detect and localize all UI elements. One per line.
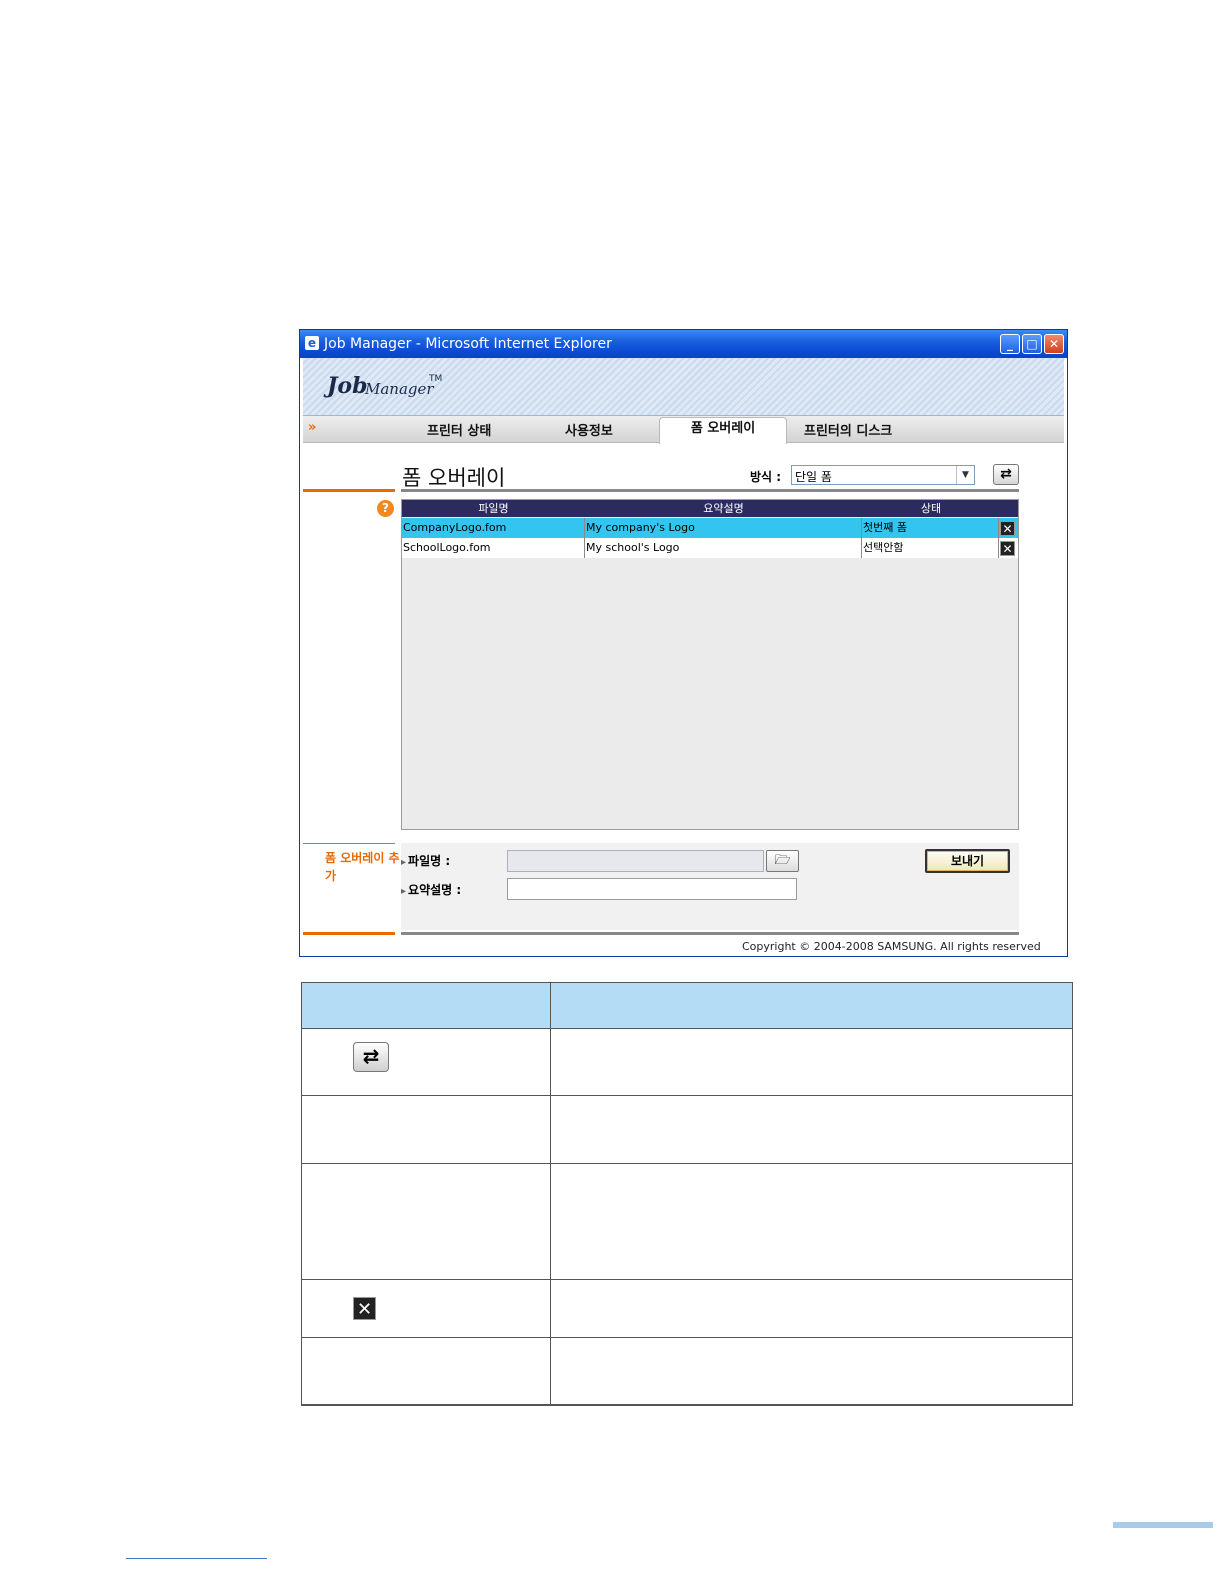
logo-manager: Manager <box>365 380 434 398</box>
row-filename: CompanyLogo.fom <box>402 518 585 538</box>
mode-select-value: 단일 폼 <box>795 470 832 484</box>
grid-header: 파일명 요약설명 상태 <box>402 500 1018 517</box>
help-icon[interactable]: ? <box>377 500 394 517</box>
table-column-divider <box>550 983 551 1405</box>
add-section-label: 폼 오버레이 추가 <box>325 851 400 883</box>
row-status: 첫번째 폼 <box>862 518 999 538</box>
description-table: ⇄ ✕ <box>301 982 1073 1406</box>
send-button[interactable]: 보내기 <box>925 849 1010 873</box>
page-accent-bar <box>1113 1522 1213 1528</box>
tab-form-overlay[interactable]: 폼 오버레이 <box>659 417 787 444</box>
close-button[interactable]: ✕ <box>1044 334 1064 354</box>
copyright-text: Copyright © 2004-2008 SAMSUNG. All right… <box>742 940 1041 953</box>
chevron-down-icon[interactable]: ▼ <box>956 466 974 484</box>
tab-arrow-icon: » <box>308 420 317 435</box>
page-content: Job Manager TM » 프린터 상태 사용정보 폼 오버레이 프린터의… <box>303 358 1064 954</box>
delete-icon[interactable]: ✕ <box>1000 521 1015 536</box>
logo-trademark: TM <box>429 374 443 384</box>
browse-folder-button[interactable]: 🗁 <box>766 850 799 872</box>
tab-printer-status[interactable]: 프린터 상태 <box>427 420 491 439</box>
form-list-grid: 파일명 요약설명 상태 CompanyLogo.fom My company's… <box>401 499 1019 830</box>
window-title: Job Manager - Microsoft Internet Explore… <box>324 336 612 352</box>
minimize-button[interactable]: _ <box>1000 334 1020 354</box>
table-row <box>302 1338 1072 1405</box>
description-label: 요약설명 : <box>401 881 461 898</box>
footer-divider-right <box>401 932 1019 935</box>
tab-usage-info[interactable]: 사용정보 <box>565 420 613 439</box>
table-row: ⇄ <box>302 1029 1072 1096</box>
refresh-icon: ⇄ <box>353 1042 389 1072</box>
add-section-divider <box>303 843 395 844</box>
row-description: My school's Logo <box>585 538 862 558</box>
row-status: 선택안함 <box>862 538 999 558</box>
filename-field[interactable] <box>507 850 764 872</box>
table-header <box>302 983 1072 1029</box>
footer-divider-left <box>303 932 395 935</box>
delete-icon: ✕ <box>353 1297 376 1320</box>
column-header-filename[interactable]: 파일명 <box>402 500 585 517</box>
filename-label: 파일명 : <box>401 852 450 869</box>
browser-window: e Job Manager - Microsoft Internet Explo… <box>299 329 1068 957</box>
table-row <box>302 1096 1072 1164</box>
row-description: My company's Logo <box>585 518 862 538</box>
description-field[interactable] <box>507 878 797 900</box>
logo-job: Job <box>327 373 368 399</box>
title-bar[interactable]: e Job Manager - Microsoft Internet Explo… <box>300 330 1067 358</box>
footer-underline <box>126 1558 267 1559</box>
mode-select[interactable]: 단일 폼 ▼ <box>791 465 975 485</box>
ie-icon: e <box>305 336 319 350</box>
tab-bar: » 프린터 상태 사용정보 폼 오버레이 프린터의 디스크 <box>303 416 1064 444</box>
maximize-button[interactable]: □ <box>1022 334 1042 354</box>
table-row <box>302 1164 1072 1280</box>
column-header-description[interactable]: 요약설명 <box>585 500 862 517</box>
mode-label: 방식 : <box>750 470 782 484</box>
app-banner: Job Manager TM <box>303 358 1064 416</box>
delete-icon[interactable]: ✕ <box>1000 541 1015 556</box>
table-row: ✕ <box>302 1280 1072 1338</box>
refresh-button[interactable]: ⇄ <box>993 464 1019 485</box>
table-row[interactable]: SchoolLogo.fom My school's Logo 선택안함 ✕ <box>402 538 1018 558</box>
tab-printer-disk[interactable]: 프린터의 디스크 <box>804 420 892 439</box>
row-filename: SchoolLogo.fom <box>402 538 585 558</box>
page-title: 폼 오버레이 <box>402 466 506 490</box>
column-header-status[interactable]: 상태 <box>862 500 1000 517</box>
table-row[interactable]: CompanyLogo.fom My company's Logo 첫번째 폼 … <box>402 518 1018 538</box>
section-divider-left <box>303 489 395 492</box>
